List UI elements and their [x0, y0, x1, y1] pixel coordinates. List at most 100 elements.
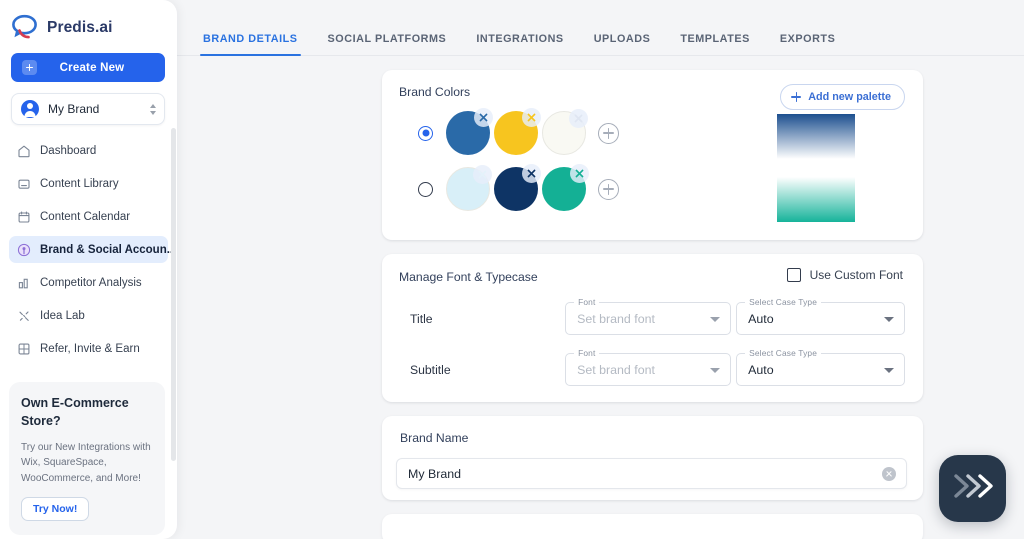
- user-avatar-icon: [21, 100, 39, 118]
- sidebar-item-content-calendar[interactable]: Content Calendar: [9, 203, 168, 230]
- add-new-palette-label: Add new palette: [808, 91, 891, 103]
- promo-body: Try our New Integrations with Wix, Squar…: [21, 441, 151, 484]
- gradient-preview[interactable]: [777, 114, 855, 159]
- palette-radio-1[interactable]: [418, 125, 433, 141]
- font-typecase-card: Manage Font & Typecase Use Custom Font T…: [382, 254, 923, 402]
- close-x-icon[interactable]: [570, 164, 589, 183]
- plus-square-icon: [22, 60, 37, 75]
- create-new-label: Create New: [59, 61, 125, 74]
- chevron-down-icon: [884, 367, 894, 373]
- clear-circle-icon[interactable]: [882, 466, 896, 481]
- color-swatch[interactable]: [446, 165, 492, 211]
- sidebar-item-label: Brand & Social Accoun...: [40, 243, 177, 256]
- close-x-icon[interactable]: [569, 109, 588, 128]
- create-new-button[interactable]: Create New: [11, 53, 165, 82]
- folder-icon: [16, 176, 31, 191]
- promo-title: Own E-Commerce Store?: [21, 396, 129, 428]
- color-swatch[interactable]: [542, 109, 588, 155]
- main-content: BRAND DETAILS SOCIAL PLATFORMS INTEGRATI…: [177, 0, 1024, 539]
- app-root: Predis.ai Create New My Brand Dashboard: [0, 0, 1024, 539]
- settings-panel: Brand Colors Add new palette Manage Font…: [177, 56, 1024, 539]
- chevron-up-down-icon: [150, 103, 156, 115]
- add-new-palette-button[interactable]: Add new palette: [780, 84, 905, 110]
- try-now-button[interactable]: Try Now!: [21, 497, 90, 521]
- tab-brand-details[interactable]: BRAND DETAILS: [200, 33, 301, 57]
- tab-integrations[interactable]: INTEGRATIONS: [476, 33, 563, 55]
- chevron-down-icon: [710, 367, 721, 373]
- sidebar-item-competitor-analysis[interactable]: Competitor Analysis: [9, 269, 168, 296]
- tab-templates[interactable]: TEMPLATES: [680, 33, 750, 55]
- color-swatch[interactable]: [494, 164, 541, 211]
- chevron-down-icon: [710, 316, 721, 322]
- row-label: Title: [410, 311, 433, 326]
- use-custom-font-toggle[interactable]: Use Custom Font: [786, 268, 903, 282]
- app-logo-text: Predis.ai: [47, 18, 113, 36]
- plus-circle-icon[interactable]: [598, 122, 619, 144]
- sidebar-item-label: Dashboard: [40, 144, 97, 157]
- calendar-icon: [16, 209, 31, 224]
- speech-bubble-swirl-logo-icon: [10, 14, 40, 41]
- chevron-down-icon: [884, 316, 894, 322]
- checkbox-icon[interactable]: [786, 268, 801, 282]
- broadcast-icon: [16, 242, 31, 257]
- brand-selector[interactable]: My Brand: [11, 93, 165, 125]
- sparkles-icon: [16, 308, 31, 323]
- bar-chart-icon: [16, 275, 31, 290]
- palette-radio-2[interactable]: [418, 181, 433, 197]
- home-icon: [16, 143, 31, 158]
- font-row-title: Title Font Set brand font Select Case Ty…: [396, 297, 905, 335]
- brand-name-card: Brand Name My Brand: [382, 416, 923, 500]
- sidebar-item-brand-social-accounts[interactable]: Brand & Social Accoun...: [9, 236, 176, 263]
- gradient-preview[interactable]: [777, 177, 855, 222]
- next-section-card: [382, 514, 923, 539]
- subtitle-font-value: Set brand font: [577, 362, 655, 377]
- sidebar-item-dashboard[interactable]: Dashboard: [9, 137, 168, 164]
- field-label: Select Case Type: [745, 348, 822, 358]
- sidebar-item-label: Refer, Invite & Earn: [40, 342, 140, 355]
- tab-bar: BRAND DETAILS SOCIAL PLATFORMS INTEGRATI…: [177, 0, 1024, 57]
- plus-circle-icon[interactable]: [598, 178, 619, 200]
- sidebar: Predis.ai Create New My Brand Dashboard: [0, 0, 177, 539]
- sidebar-item-label: Content Calendar: [40, 210, 131, 223]
- subtitle-font-select[interactable]: Font Set brand font: [565, 348, 732, 386]
- row-label: Subtitle: [410, 362, 451, 377]
- brand-colors-card: Brand Colors Add new palette: [382, 70, 923, 240]
- brand-name-input[interactable]: My Brand: [396, 458, 907, 489]
- font-row-subtitle: Subtitle Font Set brand font Select Case…: [396, 348, 905, 386]
- app-logo[interactable]: Predis.ai: [0, 0, 177, 51]
- sidebar-item-label: Idea Lab: [40, 309, 85, 322]
- sidebar-item-label: Content Library: [40, 177, 119, 190]
- field-label: Select Case Type: [745, 297, 822, 307]
- close-x-icon[interactable]: [474, 108, 493, 127]
- triple-chevron-right-icon: [952, 471, 994, 506]
- sidebar-item-label: Competitor Analysis: [40, 276, 142, 289]
- color-swatch[interactable]: [494, 108, 541, 155]
- sidebar-item-content-library[interactable]: Content Library: [9, 170, 168, 197]
- title-font-value: Set brand font: [577, 311, 655, 326]
- gift-grid-icon: [16, 341, 31, 356]
- title-case-value: Auto: [748, 311, 774, 326]
- color-swatch[interactable]: [542, 164, 589, 211]
- title-font-select[interactable]: Font Set brand font: [565, 297, 732, 335]
- close-x-icon[interactable]: [473, 165, 492, 184]
- tab-exports[interactable]: EXPORTS: [780, 33, 835, 55]
- color-swatch[interactable]: [446, 108, 493, 155]
- sidebar-nav: Dashboard Content Library Content Calend…: [0, 137, 177, 368]
- close-x-icon[interactable]: [522, 164, 541, 183]
- tab-social-platforms[interactable]: SOCIAL PLATFORMS: [328, 33, 447, 55]
- sidebar-scrollbar[interactable]: [171, 128, 176, 461]
- field-label: Font: [574, 348, 600, 358]
- close-x-icon[interactable]: [522, 108, 541, 127]
- floating-action-button[interactable]: [939, 455, 1006, 522]
- subtitle-case-value: Auto: [748, 362, 774, 377]
- sidebar-item-idea-lab[interactable]: Idea Lab: [9, 302, 168, 329]
- gradient-previews: [777, 114, 855, 222]
- plus-icon: [791, 92, 802, 102]
- title-case-select[interactable]: Select Case Type Auto: [736, 297, 905, 335]
- subtitle-case-select[interactable]: Select Case Type Auto: [736, 348, 905, 386]
- use-custom-font-label: Use Custom Font: [809, 268, 903, 282]
- sidebar-item-refer-invite-earn[interactable]: Refer, Invite & Earn: [9, 335, 168, 362]
- brand-name-value: My Brand: [408, 466, 462, 481]
- tab-uploads[interactable]: UPLOADS: [594, 33, 651, 55]
- brand-selector-value: My Brand: [48, 102, 100, 116]
